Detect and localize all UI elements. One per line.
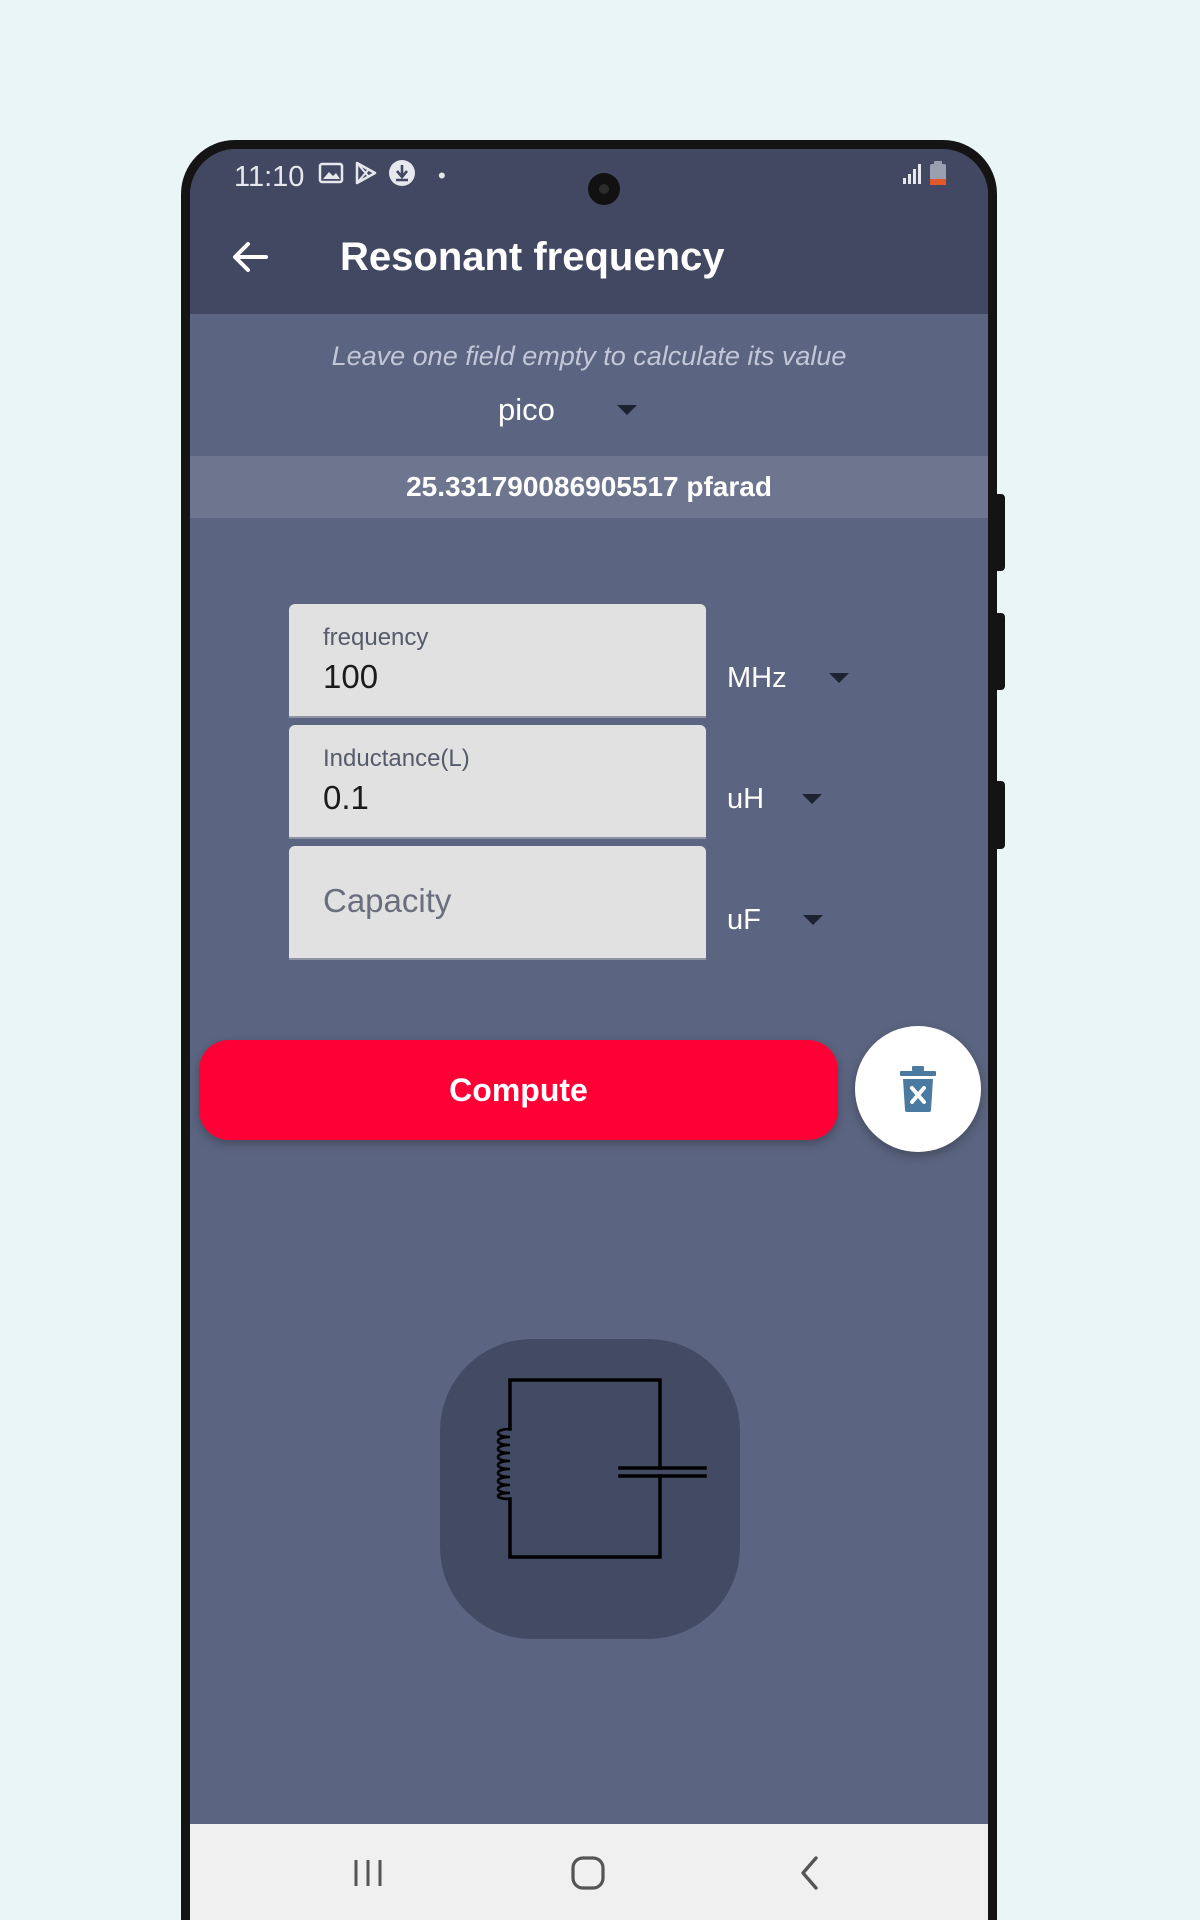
lc-circuit-illustration — [440, 1339, 740, 1639]
status-bar: 11:10 • — [190, 149, 988, 209]
download-icon — [389, 160, 415, 186]
frequency-field[interactable]: frequency 100 — [289, 604, 706, 718]
trash-x-icon — [900, 1066, 936, 1112]
capacity-unit: uF — [727, 903, 761, 936]
result-unit-dropdown[interactable]: pico — [498, 385, 637, 435]
dropdown-arrow-icon — [802, 915, 823, 925]
inductance-label: Inductance(L) — [323, 745, 470, 772]
dropdown-arrow-icon — [828, 673, 849, 683]
frequency-unit-dropdown[interactable]: MHz — [727, 648, 849, 708]
battery-low-icon — [930, 161, 946, 185]
page-title: Resonant frequency — [340, 235, 725, 279]
hint-text: Leave one field empty to calculate its v… — [331, 341, 847, 371]
lc-circuit-icon — [496, 1378, 707, 1559]
home-icon[interactable] — [558, 1848, 618, 1898]
system-nav-bar — [190, 1824, 988, 1920]
result-value: 25.331790086905517 pfarad — [406, 471, 772, 502]
volume-up-button — [993, 494, 1005, 571]
arrow-left-icon[interactable] — [228, 235, 272, 279]
back-icon[interactable] — [780, 1848, 840, 1898]
inductance-value[interactable]: 0.1 — [323, 779, 369, 817]
result-unit-value: pico — [498, 392, 555, 427]
capacity-field[interactable]: Capacity — [289, 846, 706, 960]
status-time: 11:10 — [234, 161, 305, 193]
recents-icon[interactable] — [338, 1848, 398, 1898]
inductance-field[interactable]: Inductance(L) 0.1 — [289, 725, 706, 839]
capacity-placeholder: Capacity — [323, 882, 452, 919]
app-bar: 11:10 • Resonant frequency — [190, 149, 988, 314]
image-icon — [318, 162, 344, 184]
capacity-unit-dropdown[interactable]: uF — [727, 890, 823, 950]
front-camera — [588, 173, 620, 205]
play-store-icon — [355, 161, 377, 185]
result-bar: 25.331790086905517 pfarad — [190, 456, 988, 518]
signal-icon — [903, 164, 921, 184]
compute-button[interactable]: Compute — [199, 1040, 838, 1140]
power-button — [993, 781, 1005, 849]
clear-button[interactable] — [855, 1026, 981, 1152]
inductance-unit-dropdown[interactable]: uH — [727, 769, 823, 829]
frequency-unit: MHz — [727, 661, 787, 694]
dropdown-arrow-icon — [802, 794, 823, 804]
dropdown-arrow-icon — [616, 405, 637, 415]
notification-dot: • — [438, 163, 446, 188]
frequency-value[interactable]: 100 — [323, 658, 378, 696]
frequency-label: frequency — [323, 624, 429, 651]
compute-button-label: Compute — [449, 1071, 588, 1108]
inductance-unit: uH — [727, 782, 765, 815]
app-screen: 11:10 • Resonant frequency Leave one fie… — [190, 149, 988, 1920]
volume-down-button — [993, 613, 1005, 690]
